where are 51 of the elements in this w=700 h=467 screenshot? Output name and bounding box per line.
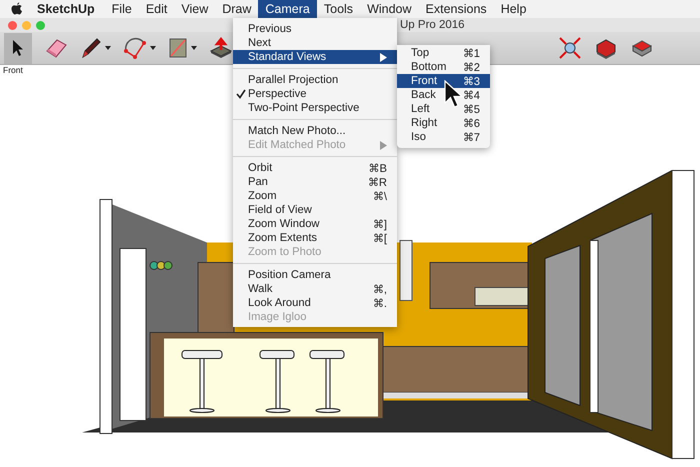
window-title: Up Pro 2016 [400,19,465,31]
caret-icon[interactable] [191,46,197,50]
app-name-menu[interactable]: SketchUp [37,2,101,16]
menu-item[interactable]: Walk ⌘, [233,282,397,296]
menu-bar-item[interactable]: Help [494,0,534,18]
menu-item[interactable]: Pan ⌘R [233,175,397,189]
menu-item[interactable]: Top ⌘1 [397,46,490,60]
menu-item[interactable]: Previous [233,22,397,36]
menu-item[interactable]: Parallel Projection [233,73,397,87]
push-pull-icon[interactable] [209,37,233,59]
range-hood [400,240,412,300]
menu-bar-item[interactable]: Window [360,0,419,18]
eraser-icon[interactable] [44,37,68,59]
wall-decoration [150,260,172,270]
menu-bar-item[interactable]: Tools [316,0,360,18]
menu-item[interactable]: Perspective [233,87,397,101]
close-window-icon[interactable] [8,20,17,30]
rectangle-icon[interactable] [168,37,188,59]
pointer-cursor-icon [444,80,464,110]
menu-item[interactable]: Standard Views [233,50,397,64]
menu-item[interactable]: Left ⌘5 [397,102,490,116]
menu-item[interactable]: Back ⌘4 [397,88,490,102]
menu-item[interactable]: Iso ⌘7 [397,130,490,144]
menu-item[interactable]: Next [233,36,397,50]
menu-bar-item[interactable]: Edit [138,0,174,18]
menu-item[interactable]: Zoom Extents ⌘[ [233,231,397,245]
arc-icon[interactable] [123,37,147,59]
menu-item[interactable]: Front ⌘3 [397,74,490,88]
menu-bar-item[interactable]: Camera [258,0,317,18]
zoom-extents-icon[interactable] [558,37,582,59]
menu-item[interactable]: Look Around ⌘. [233,296,397,310]
select-tool-button[interactable] [4,32,32,64]
menu-bar-item[interactable]: View [174,0,216,18]
menu-bar-item[interactable]: Draw [215,0,258,18]
menu-item[interactable]: Two-Point Perspective [233,101,397,115]
select-arrow-icon [12,39,24,57]
menu-item[interactable]: Zoom Window ⌘] [233,217,397,231]
menu-item[interactable]: Position Camera [233,268,397,282]
menu-item[interactable]: Match New Photo... [233,124,397,138]
menu-bar-item[interactable]: Extensions [418,0,494,18]
menu-item[interactable]: Right ⌘6 [397,116,490,130]
menu-item[interactable]: Bottom ⌘2 [397,60,490,74]
menu-bar-item[interactable]: File [104,0,139,18]
caret-icon[interactable] [105,46,111,50]
caret-icon[interactable] [150,46,156,50]
pencil-icon[interactable] [80,37,102,59]
menu-item[interactable]: Zoom ⌘\ [233,189,397,203]
apple-logo-icon[interactable] [11,2,23,16]
menu-item[interactable]: Field of View [233,203,397,217]
scene-label: Front [3,65,23,75]
menu-item[interactable]: Orbit ⌘B [233,161,397,175]
